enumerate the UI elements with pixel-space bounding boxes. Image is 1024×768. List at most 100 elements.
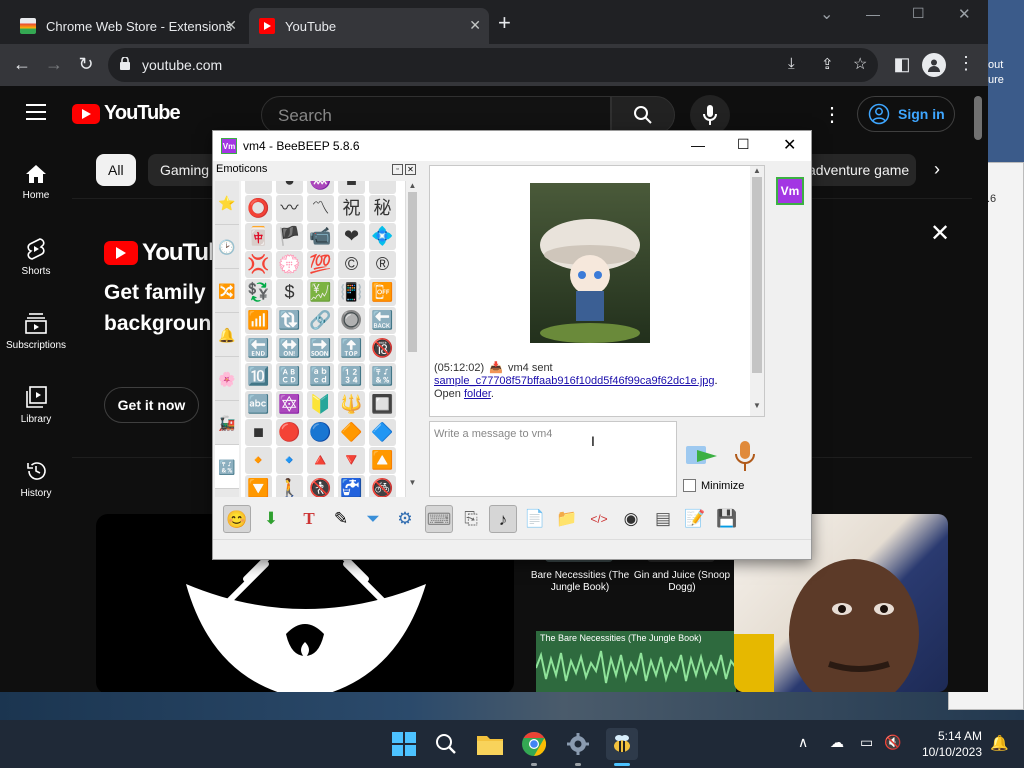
sound-note-icon[interactable]: ♪ — [489, 505, 517, 533]
emoticon-cell[interactable]: 🔹 — [276, 447, 303, 474]
show-hidden-icons-icon[interactable]: ∧ — [798, 734, 808, 751]
emoticon-cell[interactable]: 〽 — [307, 195, 334, 222]
scroll-down-icon[interactable]: ▼ — [406, 478, 419, 487]
code-snippet-icon[interactable]: </> — [585, 505, 613, 533]
emoticon-cell[interactable]: 🔤 — [245, 391, 272, 418]
emoticon-cell[interactable]: ❤ — [338, 223, 365, 250]
spellcheck-icon[interactable]: ⌨ — [425, 505, 453, 533]
screenshot-icon[interactable]: ◉ — [617, 505, 645, 533]
tab-youtube[interactable]: YouTube ✕ — [249, 8, 489, 44]
emoticon-cell[interactable]: 🔺 — [307, 447, 334, 474]
emoticon-category-tab[interactable]: ⭐ — [215, 181, 239, 225]
emoticons-toggle-button[interactable]: 😊 — [223, 505, 251, 533]
get-it-now-button[interactable]: Get it now — [104, 387, 199, 423]
send-button[interactable] — [683, 441, 719, 471]
beebeep-minimize-button[interactable]: — — [691, 137, 705, 153]
reload-icon[interactable]: ↻ — [74, 54, 98, 75]
emoticon-cell[interactable]: ● — [276, 181, 303, 194]
file-link[interactable]: sample_c77708f57bffaab916f10dd5f46f99ca9… — [434, 375, 715, 387]
back-icon[interactable]: ← — [10, 54, 34, 75]
close-banner-icon[interactable]: ✕ — [930, 219, 950, 248]
emoticon-scrollbar[interactable]: ▲ ▼ — [405, 181, 419, 497]
emoticon-cell[interactable]: 🚰 — [338, 475, 365, 497]
emoticon-cell[interactable]: 📴 — [369, 279, 396, 306]
emoticon-cell[interactable]: ■ — [245, 419, 272, 446]
emoticon-cell[interactable]: 📶 — [245, 307, 272, 334]
emoticon-cell[interactable]: 🔃 — [276, 307, 303, 334]
address-bar[interactable]: youtube.com ⤓ ⇪ ☆ — [108, 48, 878, 82]
new-tab-button[interactable]: + — [498, 10, 511, 36]
emoticon-cell[interactable]: 💹 — [307, 279, 334, 306]
emoticon-cell[interactable]: 🔝 — [338, 335, 365, 362]
emoticon-cell[interactable]: 🔱 — [338, 391, 365, 418]
minimize-checkbox[interactable] — [683, 479, 696, 492]
settings-menu-icon[interactable]: ⋮ — [822, 102, 842, 127]
chip-all[interactable]: All — [96, 154, 136, 186]
display-icon[interactable]: ▭ — [860, 734, 873, 751]
emoticon-cell[interactable]: © — [338, 251, 365, 278]
emoticon-cell[interactable]: 🔶 — [338, 419, 365, 446]
emoticon-cell[interactable]: 〰 — [276, 195, 303, 222]
green-arrow-down-icon[interactable]: ⬇ — [257, 505, 285, 533]
emoticon-cell[interactable]: $ — [276, 279, 303, 306]
emoticon-cell[interactable]: 🔙 — [369, 307, 396, 334]
beebeep-close-button[interactable]: ✕ — [783, 135, 796, 155]
color-picker-icon[interactable]: ✎ — [327, 505, 355, 533]
settings-gear-icon[interactable]: ⚙ — [391, 505, 419, 533]
search-box[interactable]: Search — [261, 96, 611, 134]
filter-icon[interactable]: ⏷ — [359, 505, 387, 533]
emoticon-cell[interactable]: 🔴 — [276, 419, 303, 446]
emoticon-cell[interactable]: 🔽 — [245, 475, 272, 497]
float-panel-icon[interactable]: ▫ — [392, 164, 403, 175]
emoticon-cell[interactable]: 🔵 — [307, 419, 334, 446]
taskbar-search-button[interactable] — [430, 728, 462, 760]
sidebar-item-history[interactable]: History — [0, 460, 72, 499]
scroll-up-icon[interactable]: ▲ — [406, 181, 419, 190]
chips-next-icon[interactable]: › — [934, 159, 940, 180]
user-avatar-vm4[interactable]: Vm — [776, 177, 804, 205]
emoticon-cell[interactable]: 💠 — [369, 223, 396, 250]
emoticon-cell[interactable]: ■ — [338, 181, 365, 194]
chip-adventure-game[interactable]: adventure game — [796, 154, 916, 186]
emoticon-cell[interactable]: 🔘 — [338, 307, 365, 334]
emoticon-cell[interactable]: 🔗 — [307, 307, 334, 334]
emoticon-cell[interactable] — [245, 181, 272, 194]
voice-message-button[interactable] — [733, 441, 761, 473]
sidebar-item-library[interactable]: Library — [0, 386, 72, 425]
save-floppy-icon[interactable]: 💾 — [713, 505, 741, 533]
send-file-icon[interactable]: 📄 — [521, 505, 549, 533]
scroll-up-icon[interactable]: ▲ — [750, 166, 764, 175]
bookmark-star-icon[interactable]: ☆ — [853, 54, 867, 74]
share-icon[interactable]: ⇪ — [821, 55, 834, 73]
close-tab-icon[interactable]: ✕ — [469, 17, 481, 34]
chat-scrollbar[interactable]: ▲ ▼ — [750, 166, 764, 416]
sidebar-item-shorts[interactable]: Shorts — [0, 238, 72, 277]
emoticon-cell[interactable]: 🚳 — [369, 475, 396, 497]
emoticon-cell[interactable]: 🔣 — [369, 363, 396, 390]
start-button[interactable] — [388, 728, 420, 760]
emoticon-cell[interactable]: 🔲 — [369, 391, 396, 418]
volume-icon[interactable]: 🔇 — [884, 734, 901, 751]
scrollbar-thumb[interactable] — [752, 177, 762, 373]
emoticon-cell[interactable]: 🔰 — [307, 391, 334, 418]
beebeep-taskbar-button[interactable] — [606, 728, 638, 766]
emoticon-cell[interactable]: 🔯 — [276, 391, 303, 418]
emoticon-category-tab[interactable]: 🌸 — [215, 357, 239, 401]
emoticon-cell[interactable] — [369, 181, 396, 194]
emoticon-cell[interactable]: 🔛 — [276, 335, 303, 362]
received-image[interactable] — [530, 183, 650, 343]
folder-link[interactable]: folder — [464, 388, 491, 400]
emoticon-cell[interactable]: 🔡 — [307, 363, 334, 390]
clock[interactable]: 5:14 AM 10/10/2023 — [912, 728, 982, 760]
emoticon-cell[interactable]: 🔟 — [245, 363, 272, 390]
close-window-button[interactable]: ✕ — [958, 5, 971, 23]
forward-icon[interactable]: → — [42, 54, 66, 75]
chrome-menu-icon[interactable]: ⋮ — [954, 53, 978, 74]
emoticon-cell[interactable]: 💢 — [245, 251, 272, 278]
sidebar-item-home[interactable]: Home — [0, 164, 72, 201]
youtube-logo[interactable]: YouTube — [72, 102, 181, 125]
message-input[interactable]: Write a message to vm4 — [429, 421, 677, 497]
emoticon-cell[interactable]: 🔜 — [307, 335, 334, 362]
emoticon-category-tab[interactable]: 🔣 — [215, 445, 239, 489]
side-panel-icon[interactable]: ◧ — [890, 54, 914, 75]
